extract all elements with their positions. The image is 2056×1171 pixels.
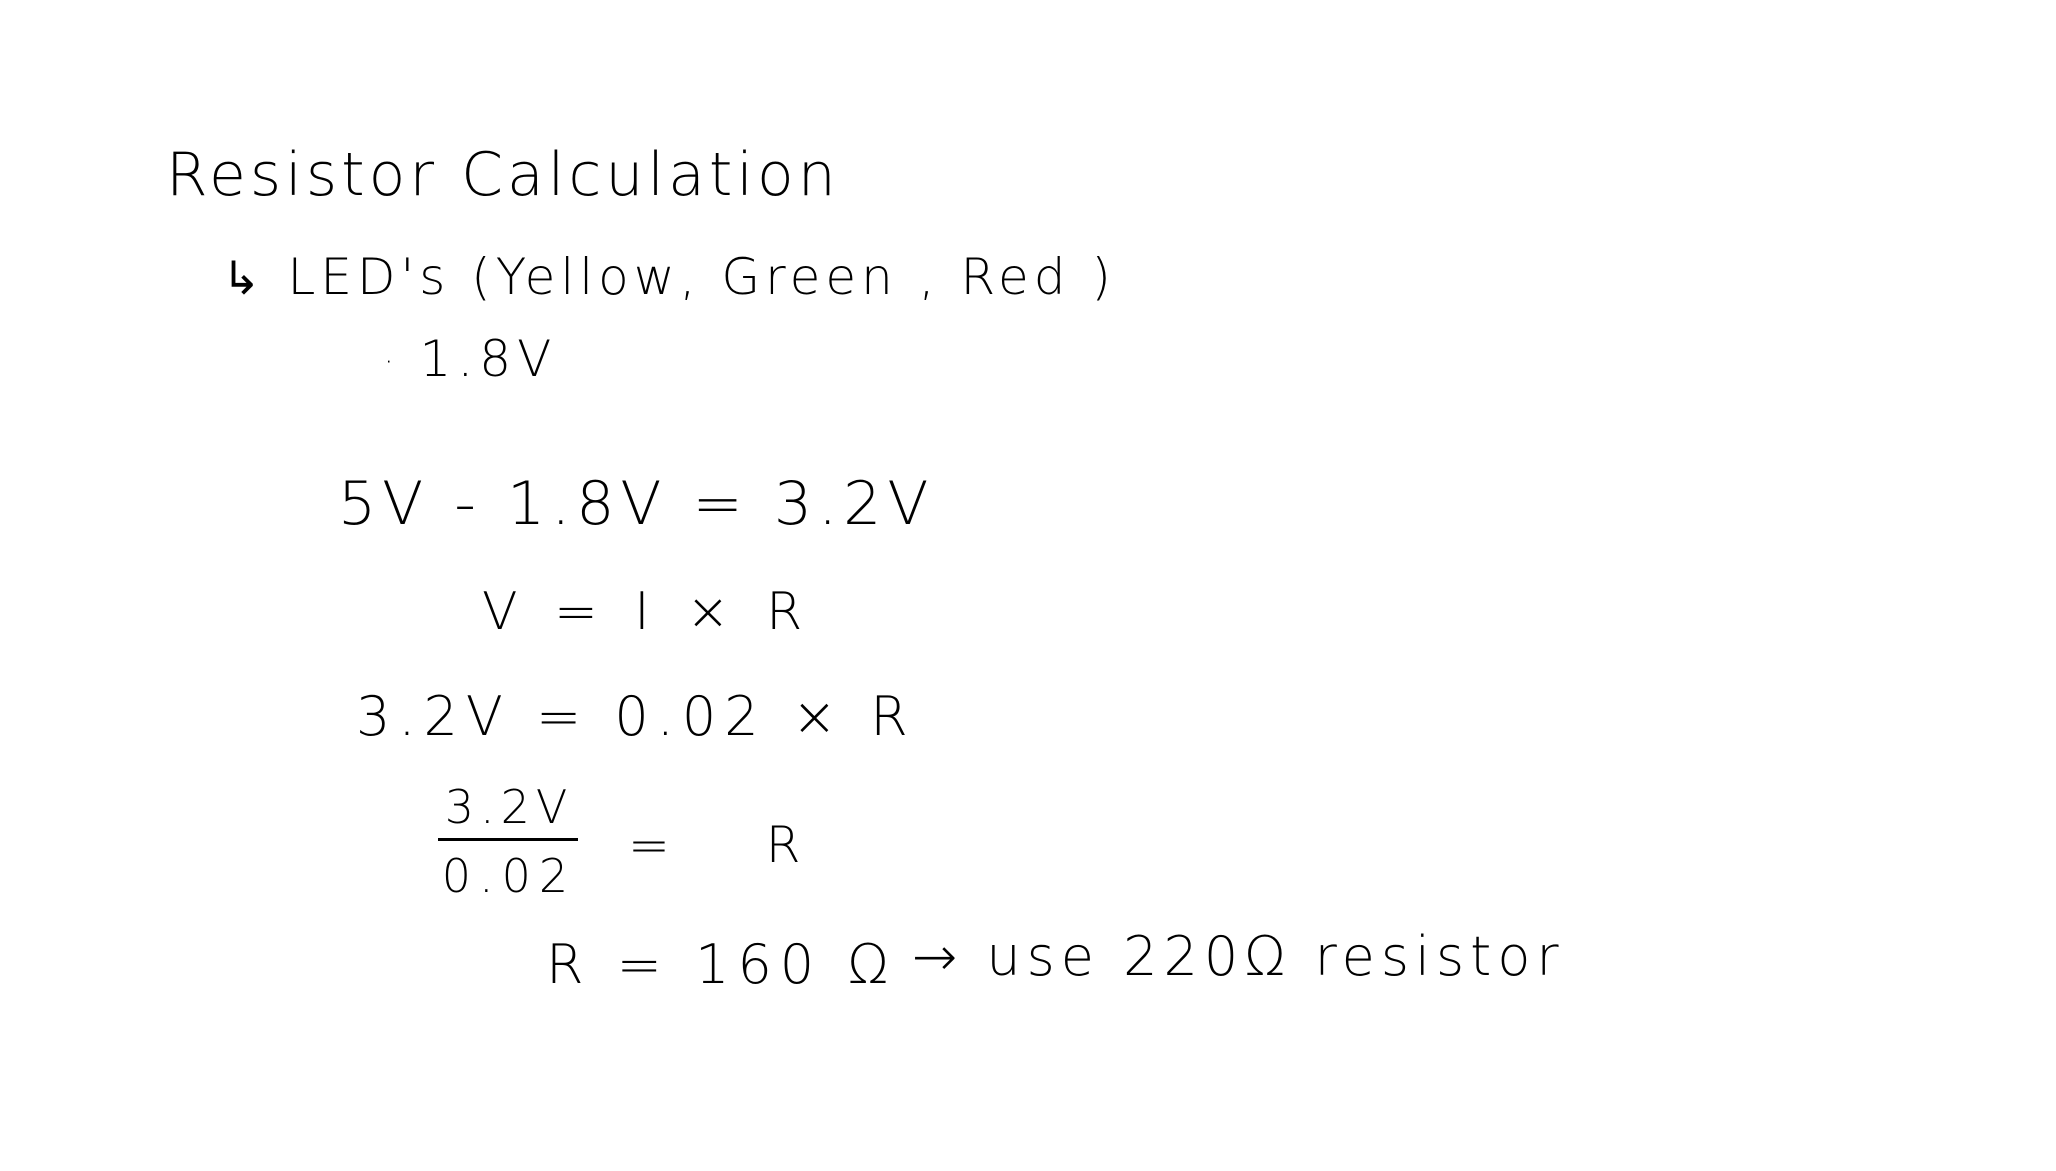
page-title: Resistor Calculation <box>166 140 840 210</box>
fraction-rhs: = R <box>628 816 841 874</box>
bullet-dot-icon: · <box>384 344 400 380</box>
ohms-law-equation: V = I × R <box>482 582 813 642</box>
fraction-numerator: 3.2V <box>444 780 574 834</box>
resistor-recommendation: → use 220Ω resistor <box>912 925 1565 988</box>
resistance-result: R = 160 Ω <box>546 933 897 996</box>
voltage-drop-equation: 5V - 1.8V = 3.2V <box>338 469 935 539</box>
led-voltage-value: 1.8V <box>419 330 558 388</box>
handwritten-note-canvas: Resistor Calculation ↳ LED's (Yellow, Gre… <box>0 0 2056 1171</box>
sub-arrow-icon: ↳ <box>222 251 266 305</box>
led-subheading: ↳ LED's (Yellow, Green , Red ) <box>222 252 1116 302</box>
substituted-equation: 3.2V = 0.02 × R <box>356 685 916 748</box>
led-voltage-bullet: · 1.8V <box>384 334 557 384</box>
fraction-denominator: 0.02 <box>441 849 577 903</box>
led-list-text: LED's (Yellow, Green , Red ) <box>287 248 1116 306</box>
fraction-expression: 3.2V 0.02 <box>438 784 580 899</box>
